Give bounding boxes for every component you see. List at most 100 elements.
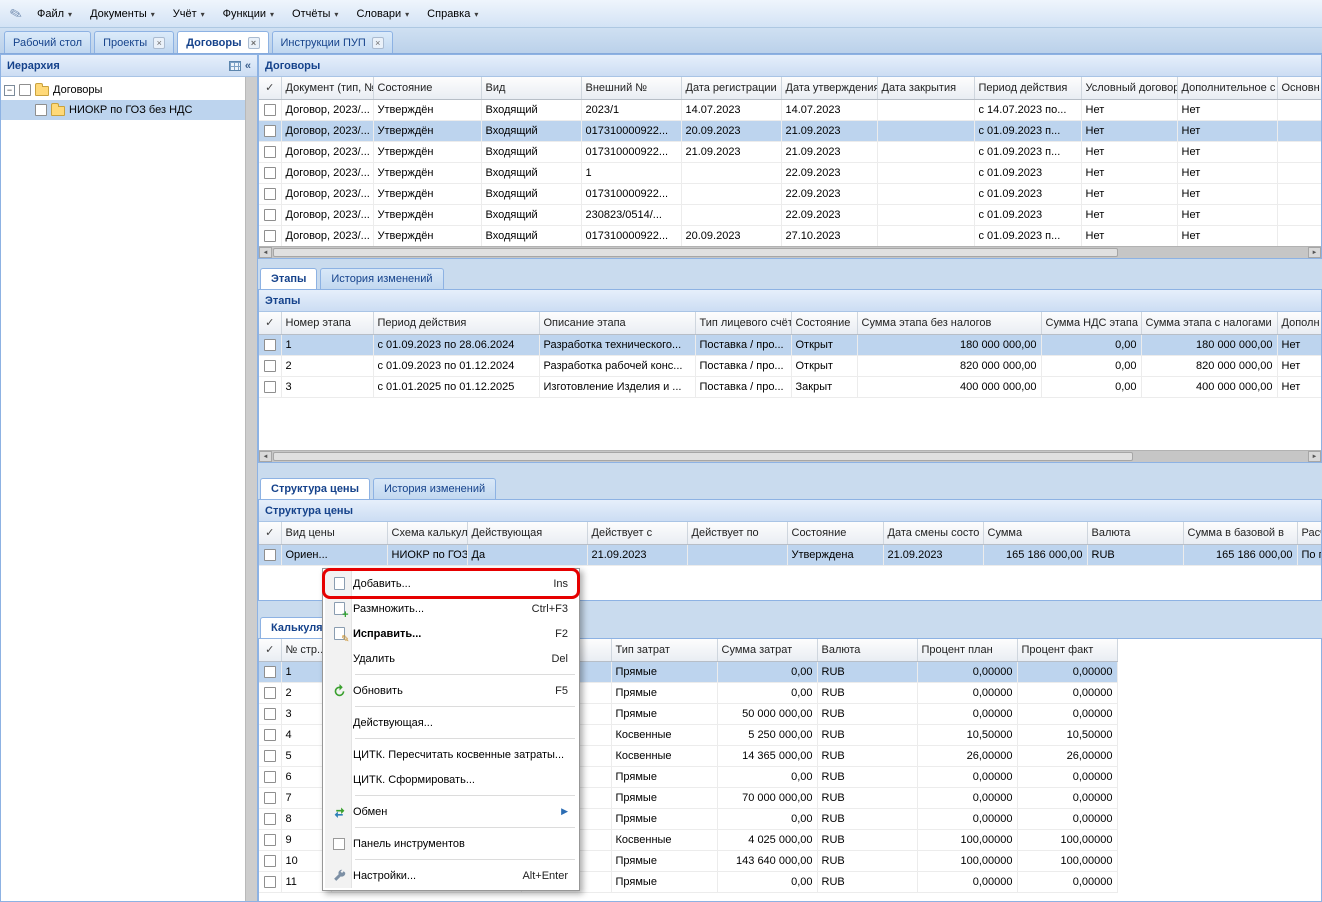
menubar-item-3[interactable]: Учёт▾ xyxy=(164,4,214,24)
contracts-hscrollbar[interactable]: ◄ ► xyxy=(259,246,1321,258)
column-header[interactable]: Схема калькуляци xyxy=(387,522,467,544)
menubar-item-2[interactable]: Документы▾ xyxy=(81,4,164,24)
row-checkbox[interactable] xyxy=(264,792,276,804)
column-header[interactable]: Состояние xyxy=(373,77,481,99)
column-header[interactable]: Сумма НДС этапа xyxy=(1041,312,1141,334)
row-checkbox[interactable] xyxy=(264,549,276,561)
column-header[interactable]: Сумма этапа с налогами xyxy=(1141,312,1277,334)
scroll-left-button[interactable]: ◄ xyxy=(259,247,272,258)
tab-stages-history[interactable]: История изменений xyxy=(320,268,443,289)
row-checkbox[interactable] xyxy=(264,104,276,116)
select-all-header[interactable]: ✓ xyxy=(259,312,281,334)
row-checkbox[interactable] xyxy=(264,209,276,221)
column-header[interactable]: Период действия xyxy=(974,77,1081,99)
scroll-left-button[interactable]: ◄ xyxy=(259,451,272,462)
tab-close-icon[interactable]: × xyxy=(248,37,260,49)
column-header[interactable]: Валюта xyxy=(817,639,917,661)
row-checkbox[interactable] xyxy=(264,167,276,179)
column-header[interactable]: Вид xyxy=(481,77,581,99)
select-all-header[interactable]: ✓ xyxy=(259,639,281,661)
column-header[interactable]: Тип лицевого счёт xyxy=(695,312,791,334)
row-checkbox[interactable] xyxy=(264,708,276,720)
column-header[interactable]: Документ (тип, № xyxy=(281,77,373,99)
row-checkbox[interactable] xyxy=(264,855,276,867)
panel-splitter[interactable] xyxy=(245,77,257,901)
row-checkbox[interactable] xyxy=(264,750,276,762)
row-checkbox[interactable] xyxy=(264,188,276,200)
menu-item-citk-recalc[interactable]: ЦИТК. Пересчитать косвенные затраты... xyxy=(325,742,577,767)
menubar-item-7[interactable]: Справка▾ xyxy=(418,4,487,24)
column-header[interactable]: Дата регистрации xyxy=(681,77,781,99)
table-row[interactable]: Ориен...НИОКР по ГОЗДа21.09.2023Утвержде… xyxy=(259,544,1321,565)
column-header[interactable]: Дополнительное с xyxy=(1177,77,1277,99)
column-header[interactable]: Дата закрытия xyxy=(877,77,974,99)
row-checkbox[interactable] xyxy=(264,146,276,158)
column-header[interactable]: Дополн xyxy=(1277,312,1321,334)
tree-checkbox[interactable] xyxy=(35,104,47,116)
column-header[interactable]: Вид цены xyxy=(281,522,387,544)
tree-expander-icon[interactable]: − xyxy=(4,85,15,96)
column-header[interactable]: Действует по xyxy=(687,522,787,544)
row-checkbox[interactable] xyxy=(264,729,276,741)
table-row[interactable]: Договор, 2023/...УтверждёнВходящий230823… xyxy=(259,204,1321,225)
main-tab-3[interactable]: Договоры× xyxy=(177,31,268,53)
column-header[interactable]: Сумма этапа без налогов xyxy=(857,312,1041,334)
column-header[interactable]: Состояние xyxy=(791,312,857,334)
menubar-item-4[interactable]: Функции▾ xyxy=(214,4,283,24)
row-checkbox[interactable] xyxy=(264,666,276,678)
table-row[interactable]: 2с 01.09.2023 по 01.12.2024Разработка ра… xyxy=(259,355,1321,376)
column-header[interactable]: Процент факт xyxy=(1017,639,1117,661)
column-header[interactable]: Описание этапа xyxy=(539,312,695,334)
tree-checkbox[interactable] xyxy=(19,84,31,96)
column-header[interactable]: Дата утверждения xyxy=(781,77,877,99)
column-header[interactable]: Сумма затрат xyxy=(717,639,817,661)
menu-item-refresh[interactable]: ОбновитьF5 xyxy=(325,678,577,703)
column-header[interactable]: Состояние xyxy=(787,522,883,544)
menubar-item-6[interactable]: Словари▾ xyxy=(347,4,418,24)
column-header[interactable]: Сумма xyxy=(983,522,1087,544)
table-row[interactable]: 1с 01.09.2023 по 28.06.2024Разработка те… xyxy=(259,334,1321,355)
row-checkbox[interactable] xyxy=(264,687,276,699)
column-header[interactable]: Условный договор xyxy=(1081,77,1177,99)
tab-close-icon[interactable]: × xyxy=(153,37,165,49)
column-header[interactable]: Период действия xyxy=(373,312,539,334)
column-header[interactable]: Внешний № xyxy=(581,77,681,99)
row-checkbox[interactable] xyxy=(264,771,276,783)
tab-price-structure[interactable]: Структура цены xyxy=(260,478,370,499)
menu-item-edit[interactable]: ✎Исправить...F2 xyxy=(325,621,577,646)
table-row[interactable]: Договор, 2023/...УтверждёнВходящий017310… xyxy=(259,225,1321,246)
scroll-right-button[interactable]: ► xyxy=(1308,247,1321,258)
table-row[interactable]: Договор, 2023/...УтверждёнВходящий017310… xyxy=(259,120,1321,141)
main-tab-4[interactable]: Инструкции ПУП× xyxy=(272,31,393,53)
main-tab-1[interactable]: Рабочий стол xyxy=(4,31,91,53)
menu-item-toolbar[interactable]: Панель инструментов xyxy=(325,831,577,856)
menubar-item-1[interactable]: Файл▾ xyxy=(28,4,81,24)
menu-item-current[interactable]: Действующая... xyxy=(325,710,577,735)
row-checkbox[interactable] xyxy=(264,230,276,242)
tree-node-2[interactable]: НИОКР по ГОЗ без НДС xyxy=(1,100,245,120)
column-header[interactable]: Номер этапа xyxy=(281,312,373,334)
menu-item-add[interactable]: Добавить...Ins xyxy=(325,571,577,596)
table-row[interactable]: Договор, 2023/...УтверждёнВходящий122.09… xyxy=(259,162,1321,183)
row-checkbox[interactable] xyxy=(264,876,276,888)
menubar-item-5[interactable]: Отчёты▾ xyxy=(283,4,347,24)
stages-hscrollbar[interactable]: ◄ ► xyxy=(259,450,1321,462)
scroll-right-button[interactable]: ► xyxy=(1308,451,1321,462)
tab-stages[interactable]: Этапы xyxy=(260,268,317,289)
table-row[interactable]: 3с 01.01.2025 по 01.12.2025Изготовление … xyxy=(259,376,1321,397)
menu-item-exchange[interactable]: Обмен▶ xyxy=(325,799,577,824)
column-header[interactable]: Валюта xyxy=(1087,522,1183,544)
tab-close-icon[interactable]: × xyxy=(372,37,384,49)
scroll-thumb[interactable] xyxy=(273,248,1118,257)
row-checkbox[interactable] xyxy=(264,339,276,351)
column-header[interactable]: Процент план xyxy=(917,639,1017,661)
select-all-header[interactable]: ✓ xyxy=(259,522,281,544)
column-header[interactable]: Действующая xyxy=(467,522,587,544)
menu-item-citk-form[interactable]: ЦИТК. Сформировать... xyxy=(325,767,577,792)
row-checkbox[interactable] xyxy=(264,125,276,137)
column-header[interactable]: Основн xyxy=(1277,77,1321,99)
collapse-panel-button[interactable]: « xyxy=(245,60,251,72)
hierarchy-grid-view-button[interactable] xyxy=(229,61,241,71)
scroll-thumb[interactable] xyxy=(273,452,1133,461)
select-all-header[interactable]: ✓ xyxy=(259,77,281,99)
